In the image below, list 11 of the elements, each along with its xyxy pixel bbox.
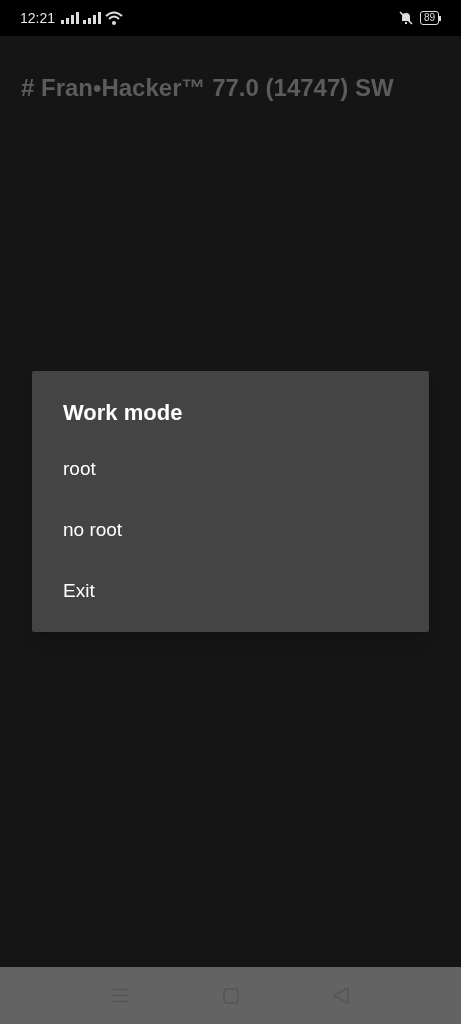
dialog-option[interactable]: Exit	[32, 561, 429, 622]
signal-icon	[83, 12, 102, 24]
dialog-option[interactable]: no root	[32, 500, 429, 561]
muted-bell-icon	[397, 10, 414, 26]
app-title: # Fran•Hacker™ 77.0 (14747) SW	[20, 73, 395, 103]
dialog-title: Work mode	[62, 399, 184, 427]
status-time: 12:21	[20, 8, 56, 28]
wifi-icon	[105, 11, 124, 25]
battery-icon: 89	[419, 11, 441, 25]
signal-icon	[61, 12, 80, 24]
dialog-option[interactable]: root	[32, 439, 429, 500]
